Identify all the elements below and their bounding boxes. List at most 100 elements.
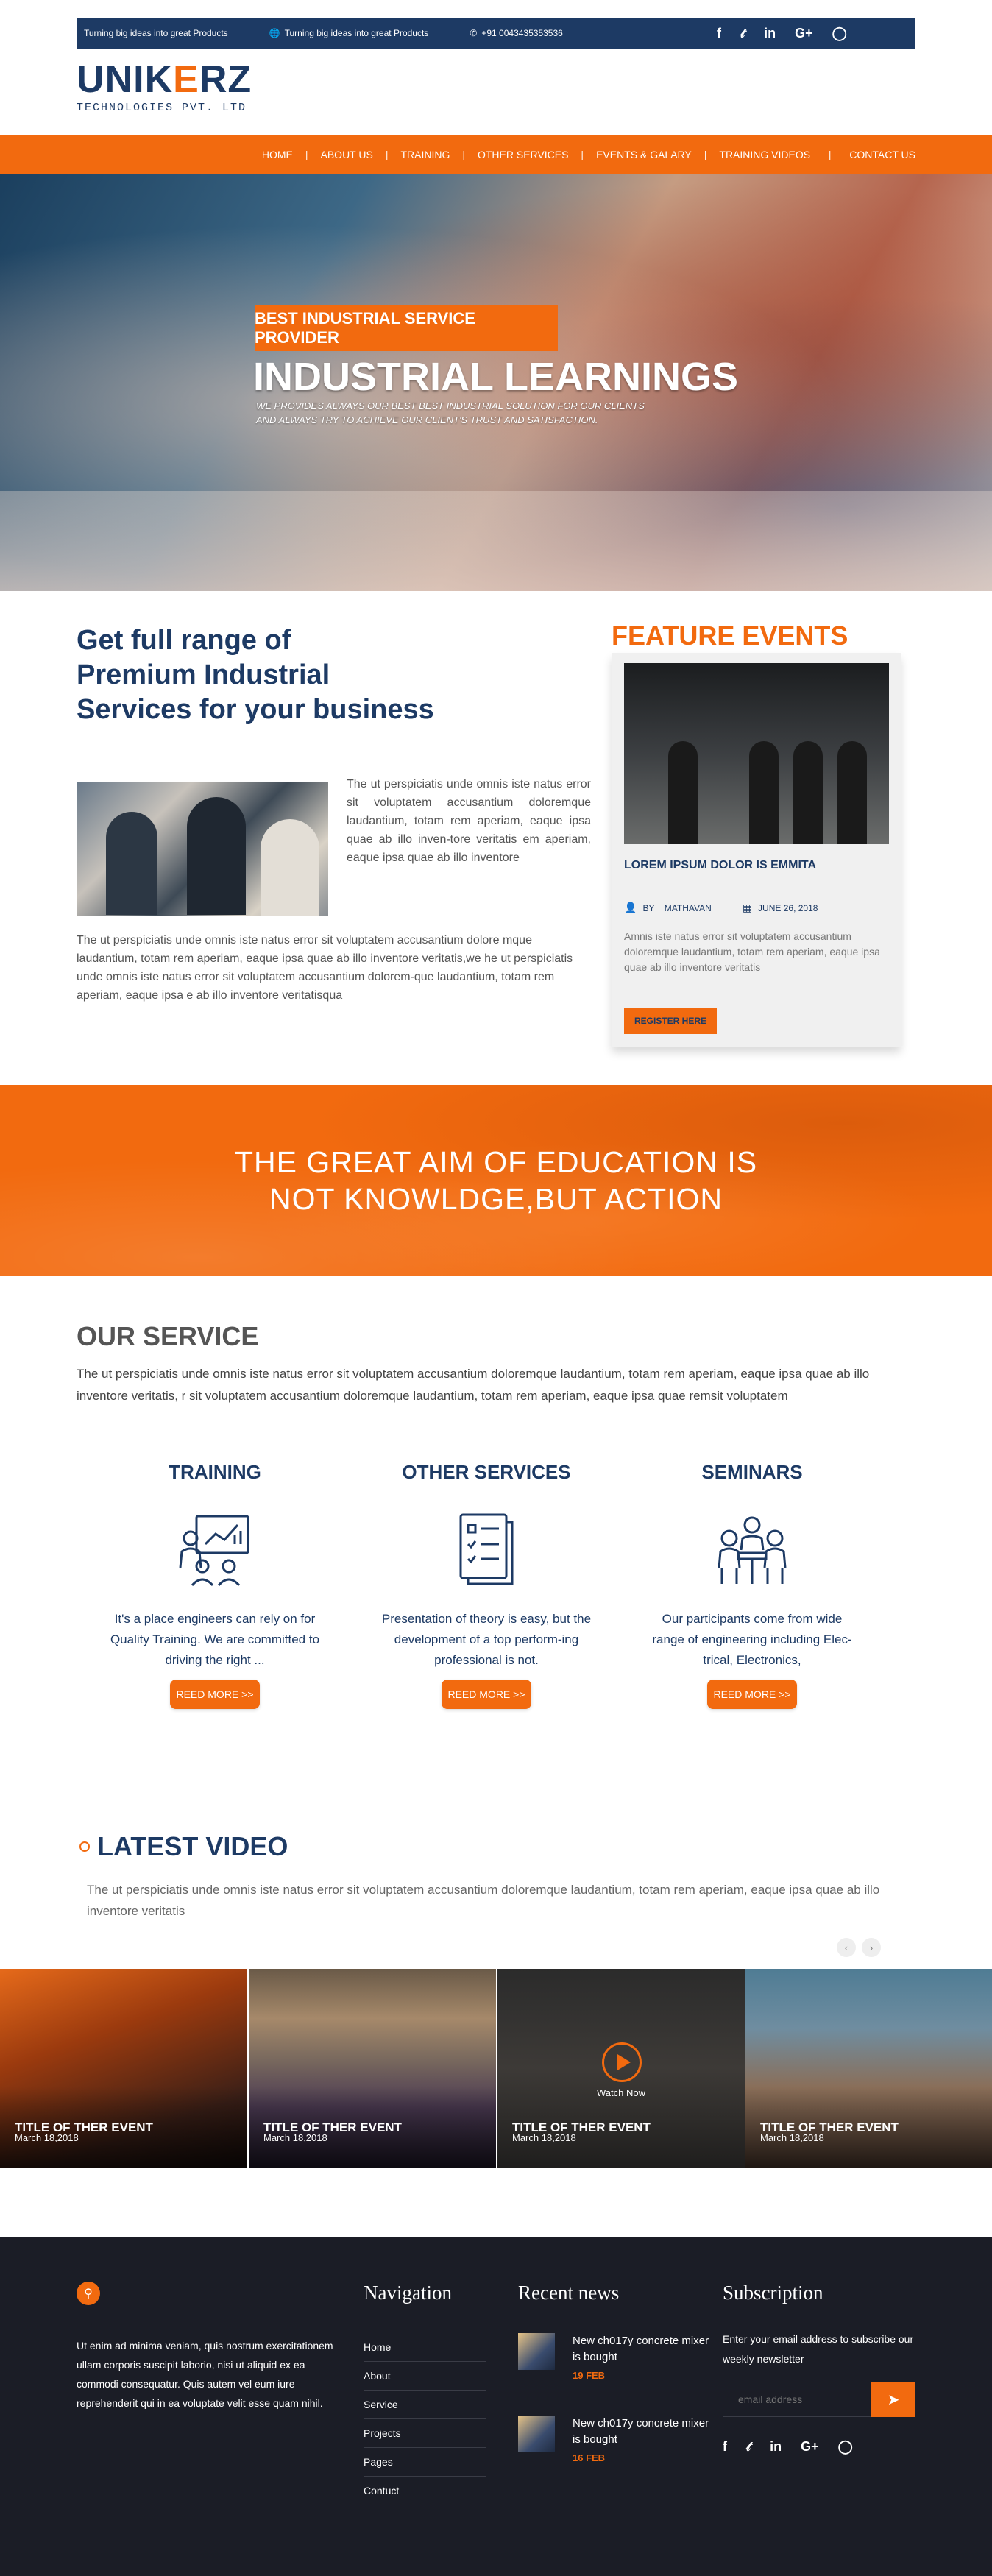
logo-wordmark: UNIKERZ (77, 58, 252, 101)
service-title: OTHER SERVICES (402, 1461, 571, 1483)
news-item[interactable]: New ch017y concrete mixer is bought 16 F… (518, 2416, 709, 2463)
hero-title: INDUSTRIAL LEARNINGS (253, 355, 739, 399)
next-arrow-icon[interactable]: › (862, 1938, 881, 1957)
twitter-icon[interactable]: 𝓉 (740, 26, 745, 41)
logo[interactable]: UNIKERZ TECHNOLOGIES PVT. LTD (77, 59, 252, 114)
header: UNIKERZ TECHNOLOGIES PVT. LTD (0, 49, 992, 135)
quote-text: THE GREAT AIM OF EDUCATION IS NOT KNOWLD… (234, 1145, 758, 1216)
service-title: TRAINING (169, 1461, 261, 1483)
footer-nav-service[interactable]: Service (364, 2391, 486, 2419)
event-heading[interactable]: LOREM IPSUM DOLOR IS EMMITA (624, 859, 816, 872)
read-more-button[interactable]: REED MORE >> (442, 1680, 531, 1709)
hero-badge: BEST INDUSTRIAL SERVICE PROVIDER (255, 305, 558, 351)
training-icon (174, 1509, 255, 1590)
event-author[interactable]: MATHAVAN (665, 903, 712, 913)
hero-image-desk (0, 491, 992, 591)
nav-item-contact[interactable]: CONTACT US (849, 149, 915, 160)
news-title: New ch017y concrete mixer is bought (573, 2335, 709, 2363)
video-card[interactable]: TITLE OF THER EVENT March 18,2018 (745, 1969, 992, 2168)
latest-video-title: LATEST VIDEO (79, 1831, 288, 1862)
globe-icon: 🌐 (269, 28, 280, 38)
nav-item-events[interactable]: EVENTS & GALARY | (596, 149, 719, 160)
news-date: 19 FEB (573, 2370, 606, 2381)
phone-number[interactable]: ✆ +91 0043435353536 (470, 28, 563, 38)
news-thumbnail (518, 2333, 555, 2370)
business-team-image (77, 782, 328, 916)
nav-item-training[interactable]: TRAINING | (400, 149, 478, 160)
read-more-button[interactable]: REED MORE >> (170, 1680, 260, 1709)
footer-about: Ut enim ad minima veniam, quis nostrum e… (77, 2340, 333, 2409)
nav-item-other-services[interactable]: OTHER SERVICES | (478, 149, 596, 160)
tagline: Turning big ideas into great Products (84, 28, 228, 38)
subscription-form: ➤ (723, 2382, 915, 2417)
service-text: Presentation of theory is easy, but the … (381, 1612, 592, 1667)
service-training: TRAINING It's a place engineers can rely… (97, 1461, 333, 1709)
footer-social-links: f 𝓉 in G+ ◯ (723, 2439, 853, 2455)
logo-subtitle: TECHNOLOGIES PVT. LTD (77, 102, 247, 114)
contact-strip: Turning big ideas into great Products 🌐 … (77, 18, 649, 49)
video-date: March 18,2018 (760, 2132, 824, 2143)
footer-nav-pages[interactable]: Pages (364, 2448, 486, 2477)
footer-nav-contact[interactable]: Contuct (364, 2477, 486, 2505)
event-date: JUNE 26, 2018 (758, 902, 818, 913)
prev-arrow-icon[interactable]: ‹ (837, 1938, 856, 1957)
nav-item-about[interactable]: ABOUT US | (321, 149, 401, 160)
facebook-icon[interactable]: f (717, 26, 721, 41)
checklist-icon (446, 1509, 527, 1590)
hero-banner: BEST INDUSTRIAL SERVICE PROVIDER INDUSTR… (0, 174, 992, 591)
video-card-featured[interactable]: Watch Now TITLE OF THER EVENT March 18,2… (497, 1969, 745, 2168)
phone-icon: ✆ (470, 28, 478, 38)
intro-side-text: The ut perspiciatis unde omnis iste natu… (347, 778, 591, 864)
linkedin-icon[interactable]: in (770, 2439, 782, 2455)
footer-nav-projects[interactable]: Projects (364, 2419, 486, 2448)
footer-news-title: Recent news (518, 2282, 620, 2304)
footer-nav-about[interactable]: About (364, 2362, 486, 2391)
footer-nav-home[interactable]: Home (364, 2333, 486, 2362)
service-text: It's a place engineers can rely on for Q… (110, 1612, 320, 1667)
nav-item-home[interactable]: HOME | (262, 149, 321, 160)
services-title: OUR SERVICE (77, 1321, 259, 1351)
quote-banner: THE GREAT AIM OF EDUCATION IS NOT KNOWLD… (0, 1085, 992, 1276)
instagram-icon[interactable]: ◯ (832, 26, 847, 41)
read-more-button[interactable]: REED MORE >> (707, 1680, 797, 1709)
google-plus-icon[interactable]: G+ (795, 26, 813, 41)
latest-video-intro: The ut perspiciatis unde omnis iste natu… (87, 1883, 880, 1918)
watch-now-label[interactable]: Watch Now (497, 2087, 745, 2098)
hero-subtitle: WE PROVIDES ALWAYS OUR BEST BEST INDUSTR… (256, 400, 645, 425)
video-date: March 18,2018 (263, 2132, 327, 2143)
twitter-icon[interactable]: 𝓉 (746, 2439, 751, 2455)
top-bar: Turning big ideas into great Products 🌐 … (0, 0, 992, 49)
social-links: f 𝓉 in G+ ◯ (649, 18, 915, 49)
feature-events-title: FEATURE EVENTS (612, 620, 848, 651)
footer-nav: Home About Service Projects Pages Contuc… (364, 2333, 486, 2505)
instagram-icon[interactable]: ◯ (838, 2439, 853, 2455)
facebook-icon[interactable]: f (723, 2439, 727, 2455)
event-meta: 👤 BY MATHAVAN ▦ JUNE 26, 2018 (624, 902, 818, 913)
intro-title: Get full range of Premium Industrial Ser… (77, 625, 434, 725)
event-image[interactable] (624, 663, 889, 844)
linkedin-icon[interactable]: in (764, 26, 776, 41)
tagline-secondary: 🌐 Turning big ideas into great Products (269, 28, 429, 38)
email-field[interactable] (723, 2382, 871, 2417)
subscription-text: Enter your email address to subscribe ou… (723, 2333, 914, 2365)
nav-item-training-videos[interactable]: TRAINING VIDEOS | (719, 149, 849, 160)
register-button[interactable]: REGISTER HERE (624, 1008, 717, 1034)
services-intro: The ut perspiciatis unde omnis iste natu… (77, 1367, 870, 1403)
news-thumbnail (518, 2416, 555, 2452)
google-plus-icon[interactable]: G+ (801, 2439, 819, 2455)
news-date: 16 FEB (573, 2452, 606, 2463)
news-item[interactable]: New ch017y concrete mixer is bought 19 F… (518, 2333, 709, 2381)
play-icon[interactable] (602, 2042, 642, 2082)
send-icon[interactable]: ➤ (871, 2382, 915, 2417)
intro-paragraph: The ut perspiciatis unde omnis iste natu… (77, 934, 573, 1002)
service-other: OTHER SERVICES Presentation of theory is… (369, 1461, 604, 1709)
seminar-icon (712, 1509, 793, 1590)
bullet-icon (79, 1841, 90, 1852)
service-text: Our participants come from wide range of… (652, 1612, 852, 1667)
footer-subscription-title: Subscription (723, 2282, 823, 2304)
footer-logo-icon[interactable]: ⚲ (77, 2282, 100, 2305)
video-card[interactable]: TITLE OF THER EVENT March 18,2018 (249, 1969, 496, 2168)
service-seminars: SEMINARS Our participants come from wide… (634, 1461, 870, 1709)
news-title: New ch017y concrete mixer is bought (573, 2417, 709, 2446)
video-card[interactable]: TITLE OF THER EVENT March 18,2018 (0, 1969, 247, 2168)
